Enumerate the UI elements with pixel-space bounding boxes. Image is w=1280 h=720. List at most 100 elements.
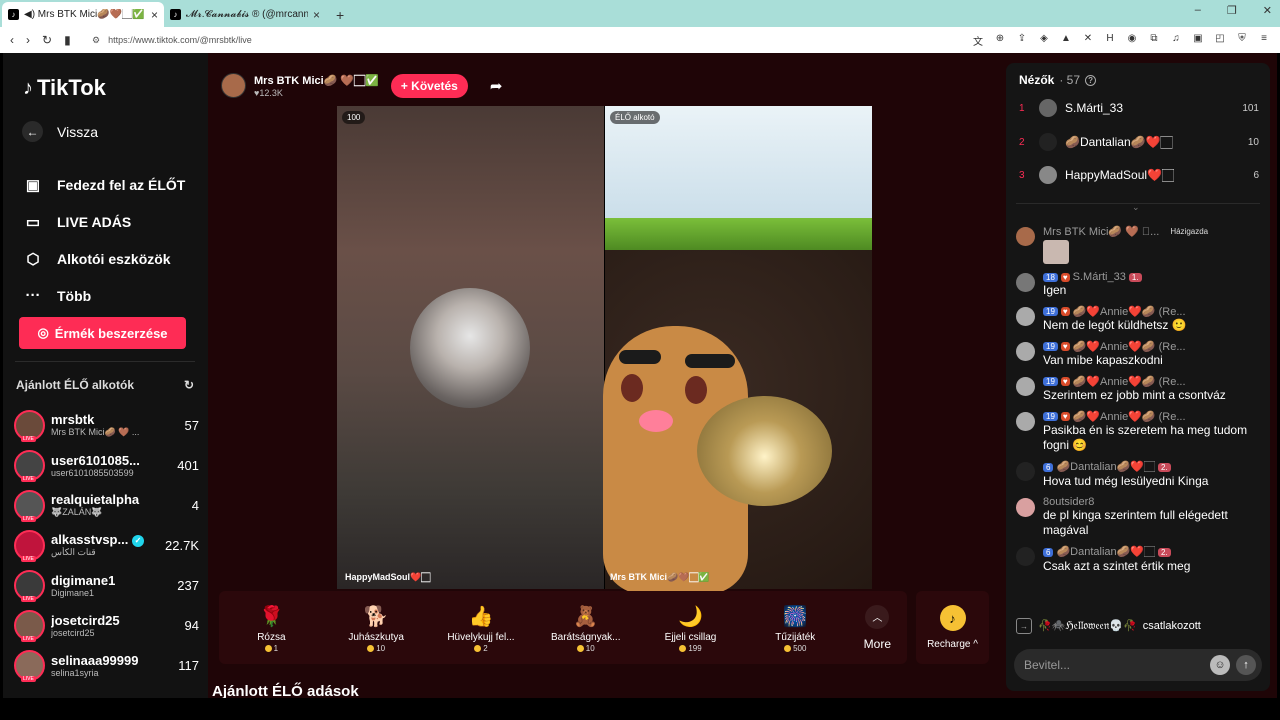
recommended-creator[interactable]: LIVE realquietalpha 🐺ZALÁN🐺 4 (14, 485, 199, 525)
chevron-up-icon: ︿ (865, 604, 890, 629)
fan-badge: ♥ (1060, 377, 1070, 386)
more-gifts-button[interactable]: ︿ More (848, 604, 907, 651)
chat-message: 18 ♥ S.Márti_33 1. Igen (1016, 271, 1264, 298)
recommended-creator[interactable]: LIVE josetcird25 josetcird25 94 (14, 605, 199, 645)
back-icon[interactable]: ‹ (10, 33, 14, 47)
chevron-down-icon[interactable]: ⌄ (1132, 202, 1140, 213)
new-tab-icon[interactable]: + (336, 2, 344, 27)
chat-input-placeholder: Bevitel... (1024, 658, 1071, 672)
coin-icon (679, 644, 687, 652)
url-field[interactable]: ⚙ https://www.tiktok.com/@mrsbtk/live (92, 30, 882, 50)
recommended-creator[interactable]: LIVE user6101085... user6101085503599 401 (14, 445, 199, 485)
emoji-icon[interactable]: ☺ (1210, 655, 1230, 675)
recharge-label: Recharge ^ (927, 639, 978, 650)
extension-icon[interactable]: H (1104, 33, 1116, 48)
sticker (1043, 240, 1069, 264)
media-icon[interactable]: ♫ (1170, 33, 1182, 48)
chat-input[interactable]: Bevitel... ☺ ↑ (1014, 649, 1262, 681)
sidebar-item-more[interactable]: ··· Több (23, 277, 185, 314)
avatar (1016, 462, 1035, 481)
gift-level-badge: 2. (1158, 547, 1171, 557)
live-creator-badge: ÉLŐ alkotó (610, 111, 660, 124)
sidebar-item-live[interactable]: ▭ LIVE ADÁS (23, 203, 185, 240)
get-coins-button[interactable]: ◎ Érmék beszerzése (19, 317, 186, 349)
gift-level-badge: 2. (1158, 462, 1171, 472)
browser-tab-active[interactable]: ♪ ◀) Mrs BTK Mici🥔🤎🏻✅ (@m × (2, 2, 164, 27)
live-badge: LIVE (21, 435, 36, 442)
sidebar-item-creator-tools[interactable]: ⬡ Alkotói eszközök (23, 240, 185, 277)
brave-shield-icon[interactable]: ◈ (1038, 33, 1050, 48)
recharge-button[interactable]: ♪ Recharge ^ (916, 591, 989, 664)
share-icon[interactable]: ➦ (490, 77, 503, 95)
maximize-icon[interactable]: ❐ (1227, 4, 1237, 17)
translate-icon[interactable]: 文 (972, 33, 984, 48)
battle-right-stream: ÉLŐ alkotó Mrs BTK Mici🥔🤎🏻✅ (603, 106, 872, 594)
minimize-icon[interactable]: – (1195, 4, 1201, 17)
fan-badge: ♥ (1060, 272, 1070, 282)
more-icon: ··· (25, 287, 41, 304)
vpn-icon[interactable]: ⛨ (1236, 33, 1248, 48)
close-icon[interactable]: × (151, 8, 158, 22)
night-star-icon: 🌙 (678, 606, 703, 628)
menu-icon[interactable]: ≡ (1258, 33, 1270, 48)
zoom-icon[interactable]: ⊕ (994, 33, 1006, 48)
share-page-icon[interactable]: ⇪ (1016, 33, 1028, 48)
gift-sheepdog[interactable]: 🐕 Juhászkutya 10 (324, 603, 429, 653)
fan-badge: ♥ (1060, 307, 1070, 316)
browser-tab[interactable]: ♪ 𝓜𝓻.𝓒𝓪𝓷𝓷𝓪𝓫𝓲𝓼 ® (@mrcannabis_) × (164, 2, 326, 27)
gift-friendship-necklace[interactable]: 🧸 Barátságnyak... 10 (533, 603, 638, 653)
host-name[interactable]: Mrs BTK Mici🥔 🤎🏻✅ (254, 74, 379, 88)
live-video[interactable]: 100 HappyMadSoul❤️🏻 ÉLŐ alkotó Mrs BTK M… (337, 106, 872, 594)
close-window-icon[interactable]: ✕ (1263, 4, 1272, 17)
top-viewer[interactable]: 3 HappyMadSoul❤️🏻 6 (1019, 166, 1259, 184)
avatar (1039, 133, 1057, 151)
gift-night-star[interactable]: 🌙 Éjjeli csillag 199 (638, 603, 743, 653)
host-avatar[interactable] (221, 73, 246, 98)
recommended-creator[interactable]: LIVE mrsbtk Mrs BTK Mici🥔 🤎 ... 57 (14, 405, 199, 445)
extension-icon[interactable]: ✕ (1082, 33, 1094, 48)
send-icon[interactable]: ↑ (1236, 655, 1256, 675)
wallet-icon[interactable]: ◰ (1214, 33, 1226, 48)
help-icon[interactable]: ? (1085, 74, 1097, 86)
coin-icon (367, 644, 375, 652)
recommended-creator[interactable]: LIVE alkasstvsp... ✓ قنات الكأس 22.7K (14, 525, 199, 565)
forward-icon[interactable]: › (26, 33, 30, 47)
extension-icon[interactable]: ◉ (1126, 33, 1138, 48)
sidebar-item-explore-live[interactable]: ▣ Fedezd fel az ÉLŐT (23, 166, 185, 203)
tiktok-logo[interactable]: ♪ TikTok (23, 75, 106, 101)
puzzle-icon[interactable]: ⧉ (1148, 33, 1160, 48)
recommended-creator[interactable]: LIVE digimane1 Digimane1 237 (14, 565, 199, 605)
back-button[interactable]: ← Vissza (22, 121, 98, 142)
tab-title: 𝓜𝓻.𝓒𝓪𝓷𝓷𝓪𝓫𝓲𝓼 ® (@mrcannabis_) (186, 9, 308, 20)
refresh-icon[interactable]: ↻ (184, 378, 194, 392)
address-bar: ‹ › ↻ ▮ ⚙ https://www.tiktok.com/@mrsbtk… (0, 27, 1280, 53)
avatar: LIVE (14, 529, 45, 562)
coin-icon (474, 644, 482, 652)
reload-icon[interactable]: ↻ (42, 33, 52, 47)
recommended-creator[interactable]: LIVE selinaaa99999 selina1syria 117 (14, 645, 199, 685)
browser-tab-bar: ♪ ◀) Mrs BTK Mici🥔🤎🏻✅ (@m × ♪ 𝓜𝓻.𝓒𝓪𝓷𝓷𝓪𝓫𝓲… (0, 0, 1280, 27)
gift-thumbs-up[interactable]: 👍 Hüvelykujj fel... 2 (429, 603, 534, 653)
close-icon[interactable]: × (313, 8, 320, 22)
gift-rose[interactable]: 🌹 Rózsa 1 (219, 603, 324, 653)
join-notification: → 🥀🕷️ℌ𝔢𝔩𝔩𝔬𝔴𝔢𝔢𝔫💀🥀 csatlakozott (1016, 618, 1201, 634)
taskbar-strip (0, 698, 1280, 720)
sidebar-icon[interactable]: ▣ (1192, 33, 1204, 48)
bear-icon: 🧸 (573, 606, 599, 628)
recommended-list: LIVE mrsbtk Mrs BTK Mici🥔 🤎 ... 57 LIVE user… (14, 405, 199, 685)
top-viewer[interactable]: 1 S.Márti_33 101 (1019, 99, 1259, 117)
window-controls: – ❐ ✕ (1195, 4, 1272, 17)
chat-message: 19 ♥ 🥔❤️Annie❤️🥔 (Re... Pasikba én is szere… (1016, 410, 1264, 453)
avatar: LIVE (14, 569, 45, 602)
gift-fireworks[interactable]: 🎆 Tűzijáték 500 (743, 603, 848, 653)
follow-button[interactable]: + Követés (390, 73, 468, 98)
site-settings-icon[interactable]: ⚙ (92, 35, 100, 46)
avatar: LIVE (14, 409, 45, 442)
rewards-icon[interactable]: ▲ (1060, 33, 1072, 48)
chat-message: 19 ♥ 🥔❤️Annie❤️🥔 (Re... Szerintem ez jobb m… (1016, 375, 1264, 403)
bookmark-icon[interactable]: ▮ (64, 33, 71, 47)
sidebar: ♪ TikTok ← Vissza ▣ Fedezd fel az ÉLŐT ▭ L… (3, 53, 208, 698)
top-viewer[interactable]: 2 🥔Dantalian🥔❤️🏻 10 (1019, 133, 1259, 151)
chat-message: 19 ♥ 🥔❤️Annie❤️🥔 (Re... Van mibe kapaszkodn… (1016, 340, 1264, 368)
live-badge: LIVE (21, 475, 36, 482)
